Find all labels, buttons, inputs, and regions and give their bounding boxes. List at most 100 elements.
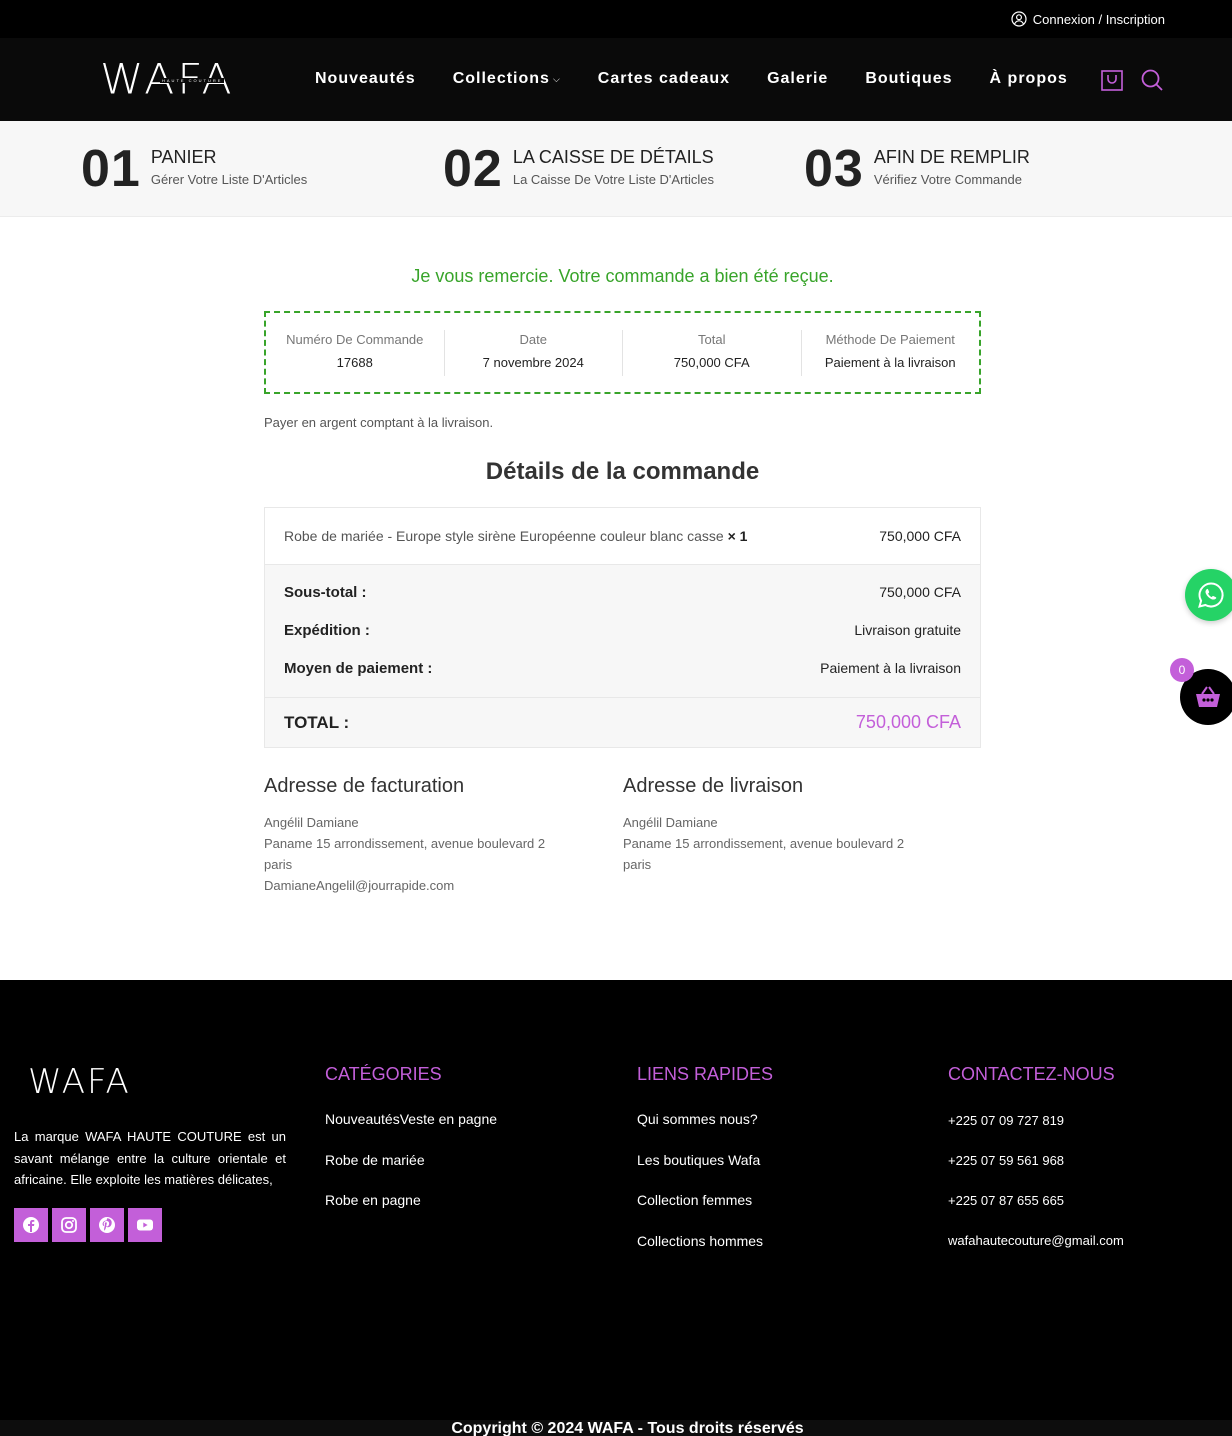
instagram-icon[interactable] xyxy=(52,1208,86,1242)
footer-email[interactable]: wafahautecouture@gmail.com xyxy=(948,1231,1124,1271)
billing-address-title: Adresse de facturation xyxy=(264,775,465,797)
brand-logo[interactable]: WAFA HAUTE COUTURE xyxy=(100,58,250,102)
shipping-label: Expédition : xyxy=(284,621,370,639)
footer-about-text: La marque WAFA HAUTE COUTURE est un sava… xyxy=(14,1129,286,1187)
footer-categories: CATÉGORIES NouveautésVeste en pagne Robe… xyxy=(325,1064,497,1233)
step-number: 01 xyxy=(81,140,141,198)
step-number: 02 xyxy=(443,140,503,198)
payment-method-value: Paiement à la livraison xyxy=(824,354,956,370)
pinterest-icon[interactable] xyxy=(90,1208,124,1242)
footer-category-link[interactable]: Robe en pagne xyxy=(325,1192,497,1233)
footer-quick-link[interactable]: Collection femmes xyxy=(637,1192,773,1233)
shipping-value: Livraison gratuite xyxy=(854,622,961,638)
footer-contact-title: CONTACTEZ-NOUS xyxy=(948,1064,1115,1084)
step-checkout: 02 LA CAISSE DE DÉTAILS La Caisse De Vot… xyxy=(443,141,714,197)
nav-item-label: Collections xyxy=(452,70,550,87)
subtotal-value: 750,000 CFA xyxy=(879,584,961,600)
payment-value: Paiement à la livraison xyxy=(820,660,961,676)
shipping-row: Expédition : Livraison gratuite xyxy=(284,611,961,649)
shipping-city: paris xyxy=(623,857,652,872)
nav-item-boutiques[interactable]: Boutiques xyxy=(865,70,952,88)
nav-item-galerie[interactable]: Galerie xyxy=(767,70,828,88)
footer-quick-link[interactable]: Collections hommes xyxy=(637,1233,773,1274)
step-cart: 01 PANIER Gérer Votre Liste D'Articles xyxy=(81,141,307,197)
order-details-table: Robe de mariée - Europe style sirène Eur… xyxy=(264,507,981,748)
billing-street: Paname 15 arrondissement, avenue bouleva… xyxy=(264,836,546,851)
main-header: WAFA HAUTE COUTURE Nouveautés Collection… xyxy=(0,38,1232,121)
login-link[interactable]: Connexion / Inscription xyxy=(1011,11,1165,27)
payment-label: Moyen de paiement : xyxy=(284,659,433,677)
footer-category-link[interactable]: NouveautésVeste en pagne xyxy=(325,1111,497,1152)
order-summary: Numéro De Commande 17688 Date 7 novembre… xyxy=(264,311,981,394)
nav-item-cartes-cadeaux[interactable]: Cartes cadeaux xyxy=(598,70,730,88)
order-total-label: Total xyxy=(698,331,726,347)
facebook-icon[interactable] xyxy=(14,1208,48,1242)
footer-quick-links-title: LIENS RAPIDES xyxy=(637,1064,774,1084)
step-subtitle: La Caisse De Votre Liste D'Articles xyxy=(512,172,715,187)
footer-quick-link[interactable]: Les boutiques Wafa xyxy=(637,1152,773,1193)
footer-contact: CONTACTEZ-NOUS +225 07 09 727 819 +225 0… xyxy=(948,1064,1124,1271)
billing-email: DamianeAngelil@jourrapide.com xyxy=(264,878,455,893)
user-icon xyxy=(1011,11,1027,27)
basket-icon xyxy=(1196,686,1220,707)
grand-total-label: TOTAL : xyxy=(284,712,350,732)
checkout-steps: 01 PANIER Gérer Votre Liste D'Articles 0… xyxy=(0,121,1232,217)
billing-name: Angélil Damiane xyxy=(264,815,359,830)
order-total-value: 750,000 CFA xyxy=(673,354,750,370)
payment-row: Moyen de paiement : Paiement à la livrai… xyxy=(284,649,961,687)
billing-address: Adresse de facturation Angélil Damiane P… xyxy=(264,775,594,896)
main-nav: Nouveautés Collections ⌵ Cartes cadeaux … xyxy=(315,70,1105,88)
payment-method-label: Méthode De Paiement xyxy=(825,331,955,347)
shipping-name: Angélil Damiane xyxy=(623,815,718,830)
footer-quick-link[interactable]: Qui sommes nous? xyxy=(637,1111,773,1152)
order-number-label: Numéro De Commande xyxy=(286,331,424,347)
step-title: AFIN DE REMPLIR xyxy=(873,147,1030,167)
footer-phone[interactable]: +225 07 09 727 819 xyxy=(948,1111,1124,1151)
order-totals: Sous-total : 750,000 CFA Expédition : Li… xyxy=(265,564,980,697)
youtube-icon[interactable] xyxy=(128,1208,162,1242)
nav-item-nouveautes[interactable]: Nouveautés xyxy=(315,70,416,88)
footer-phone[interactable]: +225 07 59 561 968 xyxy=(948,1151,1124,1191)
footer-phone[interactable]: +225 07 87 655 665 xyxy=(948,1191,1124,1231)
order-line-item: Robe de mariée - Europe style sirène Eur… xyxy=(265,508,980,564)
billing-city: paris xyxy=(264,857,293,872)
social-links xyxy=(14,1208,162,1242)
product-quantity: × 1 xyxy=(727,528,748,544)
shipping-address: Adresse de livraison Angélil Damiane Pan… xyxy=(623,775,953,875)
footer-category-link[interactable]: Robe de mariée xyxy=(325,1152,497,1193)
step-title: PANIER xyxy=(150,147,217,167)
shipping-address-title: Adresse de livraison xyxy=(623,775,804,797)
product-price: 750,000 CFA xyxy=(879,528,961,544)
top-bar: Connexion / Inscription xyxy=(0,0,1232,38)
whatsapp-button[interactable] xyxy=(1185,569,1232,621)
nav-item-collections[interactable]: Collections ⌵ xyxy=(453,70,561,88)
whatsapp-icon xyxy=(1198,582,1224,608)
site-footer: WAFA La marque WAFA HAUTE COUTURE est un… xyxy=(0,980,1232,1436)
copyright-text: Copyright © 2024 WAFA - Tous droits rése… xyxy=(451,1420,804,1436)
order-details-title: Détails de la commande xyxy=(485,458,760,485)
step-complete: 03 AFIN DE REMPLIR Vérifiez Votre Comman… xyxy=(804,141,1030,197)
shipping-street: Paname 15 arrondissement, avenue bouleva… xyxy=(623,836,905,851)
search-icon[interactable] xyxy=(1140,68,1164,92)
order-date-value: 7 novembre 2024 xyxy=(482,354,584,370)
order-number-value: 17688 xyxy=(336,354,373,370)
footer-categories-title: CATÉGORIES xyxy=(325,1064,442,1084)
step-subtitle: Gérer Votre Liste D'Articles xyxy=(150,172,308,187)
grand-total-value: 750,000 CFA xyxy=(855,712,961,732)
step-number: 03 xyxy=(804,140,864,198)
cart-count-badge: 0 xyxy=(1170,658,1194,682)
nav-item-a-propos[interactable]: À propos xyxy=(990,70,1068,88)
order-number: Numéro De Commande 17688 xyxy=(266,329,445,376)
cart-icon[interactable] xyxy=(1100,68,1124,92)
order-date-label: Date xyxy=(519,331,547,347)
subtotal-label: Sous-total : xyxy=(284,583,367,601)
order-date: Date 7 novembre 2024 xyxy=(445,329,623,376)
order-total: Total 750,000 CFA xyxy=(623,329,802,376)
step-title: LA CAISSE DE DÉTAILS xyxy=(512,147,714,167)
order-received-message: Je vous remercie. Votre commande a bien … xyxy=(411,266,834,286)
chevron-down-icon: ⌵ xyxy=(552,73,561,84)
payment-note: Payer en argent comptant à la livraison. xyxy=(264,415,494,430)
subtotal-row: Sous-total : 750,000 CFA xyxy=(284,573,961,611)
footer-logo[interactable]: WAFA xyxy=(28,1062,131,1102)
product-name-link[interactable]: Robe de mariée - Europe style sirène Eur… xyxy=(284,528,724,544)
